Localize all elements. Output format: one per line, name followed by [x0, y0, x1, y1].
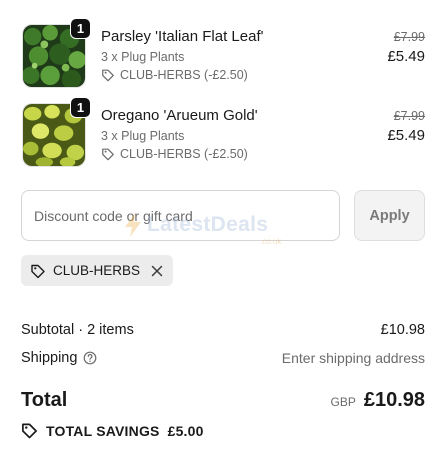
apply-button[interactable]: Apply [354, 190, 425, 241]
help-icon[interactable] [83, 351, 97, 365]
discount-code-input[interactable] [21, 190, 340, 241]
shipping-label: Shipping [21, 350, 78, 366]
subtotal-row: Subtotal · 2 items £10.98 [21, 322, 425, 338]
total-amount-group: GBP £10.98 [330, 389, 425, 412]
shipping-value: Enter shipping address [281, 350, 425, 366]
tag-icon [102, 148, 114, 161]
applied-code-chip: CLUB-HERBS [21, 255, 174, 286]
savings-value: £5.00 [167, 422, 204, 439]
quantity-badge: 1 [70, 18, 91, 39]
cart-line-item: 1 Oregano 'Arueum Gold' 3 x Plug Plants … [22, 97, 425, 167]
tag-icon [102, 69, 114, 82]
subtotal-label: Subtotal · 2 items [21, 322, 134, 338]
line-discount: CLUB-HERBS (-£2.50) [101, 147, 248, 161]
line-price: £5.49 [387, 48, 425, 65]
line-price: £5.49 [387, 127, 425, 144]
product-variant: 3 x Plug Plants [101, 129, 185, 143]
cart-line-item: 1 Parsley 'Italian Flat Leaf' 3 x Plug P… [22, 18, 425, 88]
quantity-badge: 1 [70, 97, 91, 118]
subtotal-value: £10.98 [380, 322, 425, 338]
product-title: Parsley 'Italian Flat Leaf' [101, 28, 264, 45]
line-discount: CLUB-HERBS (-£2.50) [101, 68, 248, 82]
total-label: Total [21, 389, 68, 411]
line-discount-label: CLUB-HERBS (-£2.50) [120, 68, 248, 82]
original-price: £7.99 [393, 30, 425, 44]
total-row: Total GBP £10.98 [21, 389, 425, 412]
total-savings: TOTAL SAVINGS £5.00 [21, 422, 204, 439]
product-variant: 3 x Plug Plants [101, 50, 185, 64]
shipping-row: Shipping Enter shipping address [21, 350, 425, 366]
applied-code-label: CLUB-HERBS [53, 263, 141, 278]
original-price: £7.99 [393, 109, 425, 123]
currency-code: GBP [330, 395, 356, 409]
savings-label: TOTAL SAVINGS [46, 422, 160, 439]
shipping-label-group: Shipping [21, 350, 97, 366]
product-title: Oregano 'Arueum Gold' [101, 107, 258, 124]
close-icon[interactable] [151, 265, 163, 277]
tag-icon [31, 264, 45, 278]
line-discount-label: CLUB-HERBS (-£2.50) [120, 147, 248, 161]
total-value: £10.98 [363, 389, 425, 411]
tag-icon [22, 423, 37, 439]
